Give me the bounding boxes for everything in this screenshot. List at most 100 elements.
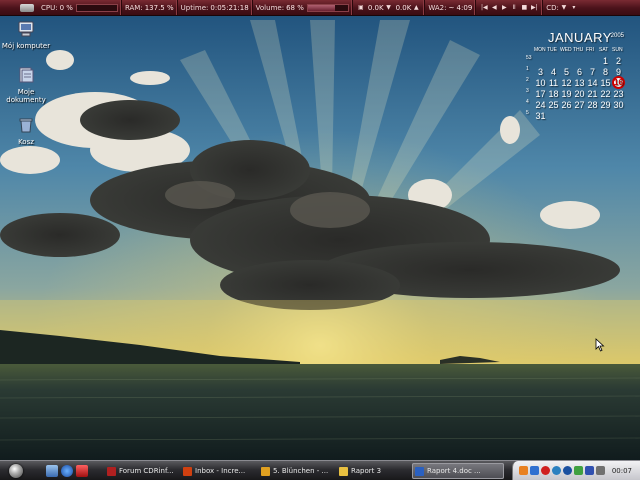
taskbar-item[interactable]: Raport 3 (336, 463, 408, 479)
calendar-day: 28 (587, 99, 598, 110)
desktop-icon-label: Kosz (18, 138, 34, 146)
taskbar-item[interactable]: Forum CDRinf... (104, 463, 176, 479)
calendar-day: 23 (613, 88, 624, 99)
cpu-meter: CPU: 0 % (38, 0, 122, 15)
calendar-day: 4 (550, 66, 556, 77)
network-icon: ▣ (358, 4, 364, 11)
mouse-pointer-icon (595, 338, 605, 352)
folder-icon (339, 466, 348, 476)
taskbar: Forum CDRinf... Inbox - Incre... 5. Blün… (0, 460, 640, 480)
taskbar-item-label: Forum CDRinf... (119, 467, 174, 475)
taskbar-item-label: 5. Blünchen - ... (273, 467, 329, 475)
recycle-bin-icon (19, 118, 33, 133)
calendar-day: 7 (589, 66, 595, 77)
calendar-week-row: 1 3456789 (526, 66, 625, 77)
calendar-day: 27 (574, 99, 585, 110)
calendar-weekdays: MON TUE WED THU FRI SAT SUN (534, 47, 625, 53)
volume-slider[interactable] (306, 3, 349, 12)
volume-control[interactable]: Volume: 68 % (253, 0, 353, 15)
uptime-meter: Uptime: 0:05:21:18 (178, 0, 253, 15)
show-desktop-icon[interactable] (46, 465, 58, 477)
calendar-day: 10 (535, 77, 546, 88)
pause-icon[interactable]: Ⅱ (510, 4, 518, 12)
calendar-day: 19 (561, 88, 572, 99)
next-icon[interactable]: ▶| (530, 4, 538, 12)
taskbar-clock[interactable]: 00:07 (612, 467, 632, 475)
calendar-weekday: TUE (547, 47, 557, 53)
taskbar-item[interactable]: Inbox - Incre... (180, 463, 254, 479)
calendar-day: 9 (615, 66, 621, 77)
desktop-icon-my-documents[interactable]: Moje dokumenty (0, 66, 52, 104)
network-meter: ▣ 0.0K ▼ 0.0K ▲ (353, 0, 426, 15)
arrow-up-icon: ▲ (414, 4, 419, 11)
update-icon[interactable] (552, 466, 561, 475)
calendar-widget: JANUARY 2005 MON TUE WED THU FRI SAT SUN 53 1 2 1… (526, 30, 634, 130)
calendar-day: 15 (600, 77, 611, 88)
cpu-bar (75, 3, 118, 12)
winamp-control: WA2: ~ 4:09 (425, 0, 477, 15)
start-button[interactable] (9, 464, 23, 478)
calendar-day: 14 (587, 77, 598, 88)
calendar-week-row: 4 24 25 26 27 28 29 30 (526, 99, 625, 110)
system-monitor-bar: CPU: 0 % RAM: 137.5 % Uptime: 0:05:21:18… (0, 0, 640, 16)
calendar-day: 3 (537, 66, 543, 77)
calendar-day: 17 (535, 88, 546, 99)
shield-icon[interactable] (530, 466, 539, 475)
winamp-label: WA2: (428, 3, 447, 12)
calendar-day: 18 (548, 88, 559, 99)
stop-icon[interactable]: ■ (520, 4, 528, 12)
taskbar-item-label: Inbox - Incre... (195, 467, 246, 475)
desktop-icon-my-computer[interactable]: Mój komputer (0, 20, 52, 50)
net-up-value: 0.0K (395, 3, 412, 12)
calendar-day: 1 (602, 55, 608, 66)
calendar-weekday: FRI (586, 47, 595, 53)
volume-slider-fill (307, 4, 336, 11)
taskbar-item-active[interactable]: Raport 4.doc ... (412, 463, 504, 479)
info-icon[interactable] (563, 466, 572, 475)
hard-drive-icon (20, 3, 34, 12)
taskbar-item[interactable]: 5. Blünchen - ... (258, 463, 332, 479)
play-icon[interactable]: ▶ (500, 4, 508, 12)
eject-icon[interactable]: ▼ (560, 4, 568, 12)
ram-meter: RAM: 137.5 % (122, 0, 178, 15)
calendar-week-row: 5 31 (526, 110, 625, 121)
calendar-day: 30 (613, 99, 624, 110)
alert-icon[interactable] (541, 466, 550, 475)
calendar-week-row: 2 10 11 12 13 14 15 16 (526, 76, 625, 89)
quick-launch (46, 465, 88, 477)
calendar-today: 16 (612, 76, 625, 89)
calendar-day: 5 (563, 66, 569, 77)
calendar-week-row: 3 17 18 19 20 21 22 23 (526, 88, 625, 99)
volume-icon[interactable] (596, 466, 605, 475)
calendar-weekday: WED (560, 47, 572, 53)
calendar-year: 2005 (610, 33, 624, 39)
menu-icon[interactable]: ▾ (570, 4, 578, 12)
calendar-weekday: THU (573, 47, 584, 53)
calendar-day: 6 (576, 66, 582, 77)
forum-icon (107, 466, 116, 476)
media-player-icon[interactable] (76, 465, 88, 477)
calendar-week-number: 2 (526, 77, 529, 83)
calendar-day: 2 (615, 55, 621, 66)
volume-label: Volume: (255, 3, 285, 12)
computer-icon (18, 21, 34, 37)
calendar-week-row: 53 1 2 (526, 55, 625, 66)
previous-icon[interactable]: |◀ (480, 4, 488, 12)
uptime-value: 0:05:21:18 (210, 3, 249, 12)
music-icon (261, 466, 270, 476)
calendar-week-number: 4 (526, 99, 529, 105)
calendar-day: 29 (600, 99, 611, 110)
desktop-icon-label: Mój komputer (1, 42, 51, 50)
browser-icon[interactable] (61, 465, 73, 477)
desktop-icon-label: Moje dokumenty (6, 88, 46, 104)
language-icon[interactable] (585, 466, 594, 475)
calendar-day: 20 (574, 88, 585, 99)
desktop-icon-recycle-bin[interactable]: Kosz (0, 116, 52, 146)
rewind-icon[interactable]: ◀ (490, 4, 498, 12)
calendar-week-number: 3 (526, 88, 529, 94)
messenger-icon[interactable] (574, 466, 583, 475)
calendar-day: 8 (602, 66, 608, 77)
network-icon[interactable] (519, 466, 528, 475)
calendar-day: 24 (535, 99, 546, 110)
calendar-month: JANUARY (548, 30, 612, 45)
